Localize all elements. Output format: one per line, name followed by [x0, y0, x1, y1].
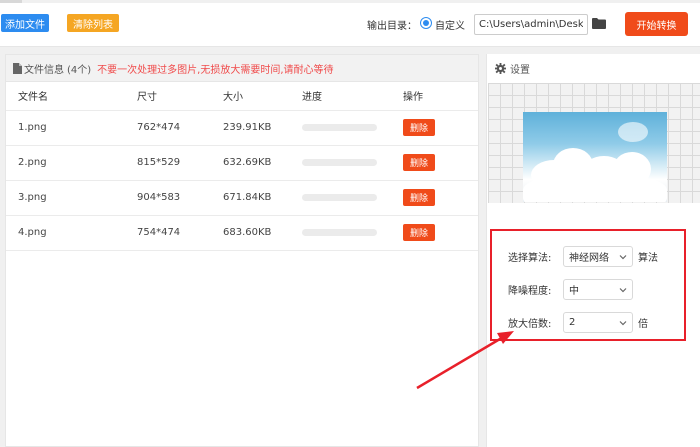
denoise-value: 中 — [569, 286, 579, 297]
file-panel-header: 文件信息 (4个) 不要一次处理过多图片,无损放大需要时间,请耐心等待 — [6, 55, 478, 82]
col-dimensions: 尺寸 — [137, 92, 157, 104]
algorithm-label: 选择算法: — [508, 253, 552, 264]
file-panel-title: 文件信息 — [24, 64, 64, 76]
progress-bar — [302, 124, 377, 131]
settings-form: 选择算法: 神经网络 算法 降噪程度: 中 放大倍数: 2 倍 — [490, 229, 686, 341]
denoise-select[interactable]: 中 — [563, 279, 633, 300]
progress-bar — [302, 194, 377, 201]
chevron-down-icon — [619, 320, 627, 325]
gear-icon — [495, 62, 506, 74]
file-table: 文件名 尺寸 大小 进度 操作 1.png 762*474 239.91KB 删… — [6, 82, 478, 251]
table-header: 文件名 尺寸 大小 进度 操作 — [6, 82, 478, 110]
col-progress: 进度 — [302, 92, 322, 104]
row-dimensions: 762*474 — [137, 109, 223, 145]
chevron-down-icon — [619, 287, 627, 292]
warning-text: 不要一次处理过多图片,无损放大需要时间,请耐心等待 — [97, 64, 334, 76]
file-panel: 文件信息 (4个) 不要一次处理过多图片,无损放大需要时间,请耐心等待 文件名 … — [5, 54, 479, 447]
image-preview — [488, 83, 700, 203]
start-convert-button[interactable]: 开始转换 — [625, 12, 688, 36]
delete-button[interactable]: 删除 — [403, 154, 435, 171]
row-filesize: 683.60KB — [223, 214, 302, 251]
algorithm-row: 选择算法: 神经网络 算法 — [508, 246, 658, 267]
row-filename: 1.png — [6, 109, 137, 145]
add-file-button[interactable]: 添加文件 — [1, 14, 49, 32]
row-filename: 4.png — [6, 214, 137, 251]
output-dir-label: 输出目录： — [367, 21, 417, 32]
file-count: (4个) — [67, 64, 92, 76]
table-row: 4.png 754*474 683.60KB 删除 — [6, 214, 478, 251]
algorithm-suffix: 算法 — [638, 253, 658, 264]
scale-label: 放大倍数: — [508, 319, 552, 330]
algorithm-select[interactable]: 神经网络 — [563, 246, 633, 267]
row-dimensions: 904*583 — [137, 179, 223, 215]
scale-value: 2 — [569, 317, 576, 328]
folder-icon[interactable] — [592, 18, 606, 29]
row-filename: 3.png — [6, 179, 137, 215]
row-filesize: 632.69KB — [223, 144, 302, 180]
row-dimensions: 754*474 — [137, 214, 223, 251]
delete-button[interactable]: 删除 — [403, 224, 435, 241]
scale-row: 放大倍数: 2 倍 — [508, 312, 648, 333]
chevron-down-icon — [619, 254, 627, 259]
toolbar: 添加文件 清除列表 输出目录： 自定义 开始转换 — [0, 3, 700, 47]
preview-image — [523, 112, 667, 202]
table-row: 1.png 762*474 239.91KB 删除 — [6, 109, 478, 145]
scale-select[interactable]: 2 — [563, 312, 633, 333]
progress-bar — [302, 159, 377, 166]
doc-icon — [13, 62, 22, 74]
custom-radio-label[interactable]: 自定义 — [435, 17, 465, 32]
row-dimensions: 815*529 — [137, 144, 223, 180]
scale-suffix: 倍 — [638, 319, 648, 330]
delete-button[interactable]: 删除 — [403, 119, 435, 136]
settings-header: 设置 — [487, 54, 700, 82]
col-filesize: 大小 — [223, 92, 243, 104]
settings-title: 设置 — [510, 64, 530, 76]
row-filesize: 671.84KB — [223, 179, 302, 215]
delete-button[interactable]: 删除 — [403, 189, 435, 206]
col-action: 操作 — [403, 92, 423, 104]
row-filename: 2.png — [6, 144, 137, 180]
denoise-label: 降噪程度: — [508, 286, 552, 297]
table-row: 2.png 815*529 632.69KB 删除 — [6, 144, 478, 180]
custom-radio[interactable] — [420, 17, 432, 29]
table-row: 3.png 904*583 671.84KB 删除 — [6, 179, 478, 215]
row-filesize: 239.91KB — [223, 109, 302, 145]
settings-panel: 设置 选择算法: 神经网络 算法 降噪程度: 中 放大倍数: 2 倍 — [486, 54, 700, 447]
progress-bar — [302, 229, 377, 236]
clear-list-button[interactable]: 清除列表 — [67, 14, 119, 32]
denoise-row: 降噪程度: 中 — [508, 279, 633, 300]
algorithm-value: 神经网络 — [569, 253, 609, 264]
output-path-input[interactable] — [474, 14, 588, 35]
col-filename: 文件名 — [18, 92, 48, 104]
